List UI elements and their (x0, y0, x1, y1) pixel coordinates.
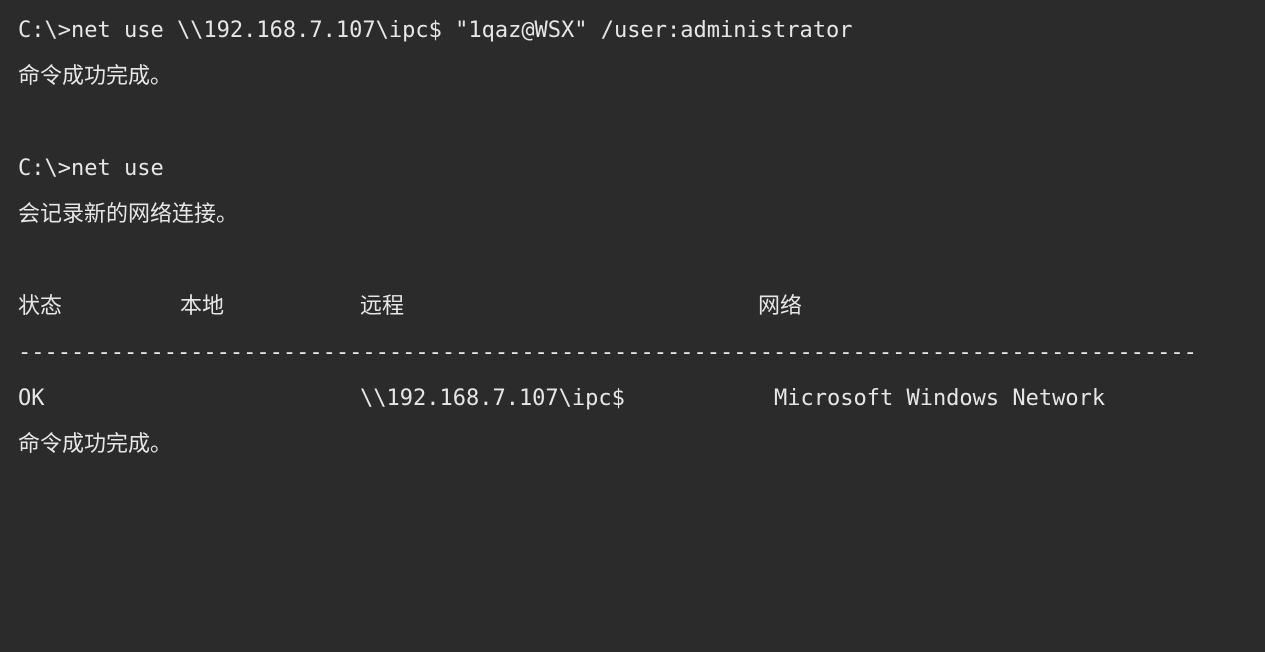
table-separator: ----------------------------------------… (18, 340, 1197, 365)
command-line-net-use-ipc: C:\>net use \\192.168.7.107\ipc$ "1qaz@W… (18, 18, 853, 43)
command-result-new-connections: 会记录新的网络连接。 (18, 202, 239, 227)
row-status: OK (18, 386, 45, 411)
header-status: 状态 (18, 294, 63, 319)
command-result-success-final: 命令成功完成。 (18, 432, 173, 457)
table-header-row: 状态 本地 远程 网络 (18, 284, 1265, 330)
command-result-success: 命令成功完成。 (18, 64, 173, 89)
row-network: Microsoft Windows Network (774, 386, 1106, 411)
command-line-net-use: C:\>net use (18, 156, 164, 181)
row-remote: \\192.168.7.107\ipc$ (360, 386, 625, 411)
table-row: OK \\192.168.7.107\ipc$ Microsoft Window… (18, 376, 1265, 422)
header-remote: 远程 (360, 294, 405, 319)
header-local: 本地 (180, 294, 225, 319)
terminal-window: C:\>net use \\192.168.7.107\ipc$ "1qaz@W… (0, 0, 1265, 457)
header-network: 网络 (758, 294, 803, 319)
